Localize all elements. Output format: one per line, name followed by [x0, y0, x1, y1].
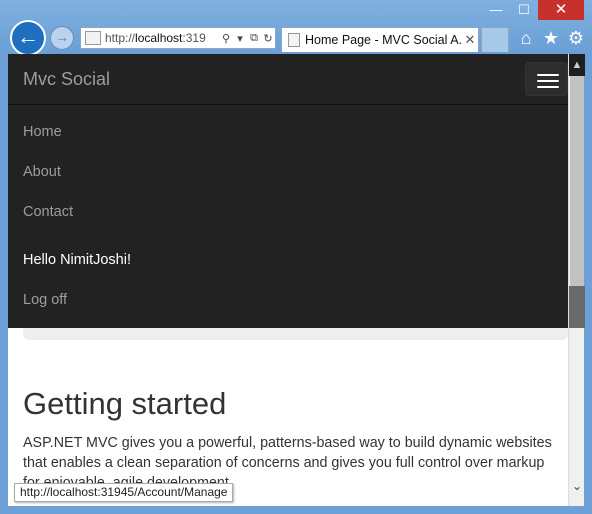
maximize-button[interactable]: ☐ — [510, 0, 538, 20]
compatibility-view-icon[interactable]: ⧉ — [247, 32, 261, 45]
chevron-down-icon[interactable]: ▾ — [233, 32, 247, 45]
new-tab-button[interactable] — [481, 27, 509, 52]
hamburger-icon — [537, 74, 559, 76]
vertical-scrollbar[interactable]: ▲ ⌄ — [568, 54, 585, 506]
home-icon[interactable]: ⌂ — [515, 28, 537, 49]
back-button[interactable]: ← — [10, 20, 46, 56]
nav-item-contact[interactable]: Contact — [23, 204, 73, 220]
gear-icon[interactable]: ⚙ — [565, 28, 587, 49]
forward-arrow-icon: → — [55, 29, 69, 45]
search-icon[interactable]: ⚲ — [219, 32, 233, 45]
page-heading: Getting started — [23, 386, 227, 421]
close-tab-icon[interactable]: ✕ — [462, 32, 478, 48]
refresh-icon[interactable]: ↻ — [261, 32, 275, 45]
browser-chrome: — ☐ ✕ ← → http://localhost:319 ⚲ ▾ ⧉ ↻ H… — [0, 0, 592, 56]
address-url[interactable]: http://localhost:319 — [105, 31, 219, 45]
jumbotron — [23, 328, 568, 340]
scroll-down-icon[interactable]: ⌄ — [569, 476, 585, 496]
nav-divider — [8, 104, 568, 105]
scroll-up-icon[interactable]: ▲ — [569, 54, 585, 76]
tab-title: Home Page - MVC Social A... — [305, 33, 462, 47]
page-icon — [85, 31, 101, 45]
scrollbar-thumb[interactable] — [570, 76, 584, 286]
status-bar-url: http://localhost:31945/Account/Manage — [14, 483, 234, 502]
nav-item-logoff[interactable]: Log off — [23, 292, 67, 308]
minimize-button[interactable]: — — [482, 0, 510, 20]
back-arrow-icon: ← — [17, 24, 39, 49]
scrollbar-track-overlay — [569, 286, 585, 328]
site-navbar: Mvc Social Home About Contact Hello Nimi… — [8, 54, 568, 328]
menu-toggle-button[interactable] — [525, 62, 568, 96]
nav-item-about[interactable]: About — [23, 164, 61, 180]
page-viewport: Mvc Social Home About Contact Hello Nimi… — [8, 54, 568, 506]
tab-home-page[interactable]: Home Page - MVC Social A... ✕ — [281, 27, 479, 52]
nav-item-home[interactable]: Home — [23, 124, 62, 140]
forward-button[interactable]: → — [50, 26, 74, 50]
nav-item-user-greeting[interactable]: Hello NimitJoshi! — [23, 252, 131, 268]
favorites-star-icon[interactable]: ★ — [540, 28, 562, 49]
address-bar[interactable]: http://localhost:319 ⚲ ▾ ⧉ ↻ — [80, 27, 276, 49]
page-icon — [288, 33, 300, 47]
window-frame-bottom — [0, 506, 592, 514]
close-window-button[interactable]: ✕ — [538, 0, 584, 20]
site-brand[interactable]: Mvc Social — [23, 69, 110, 90]
